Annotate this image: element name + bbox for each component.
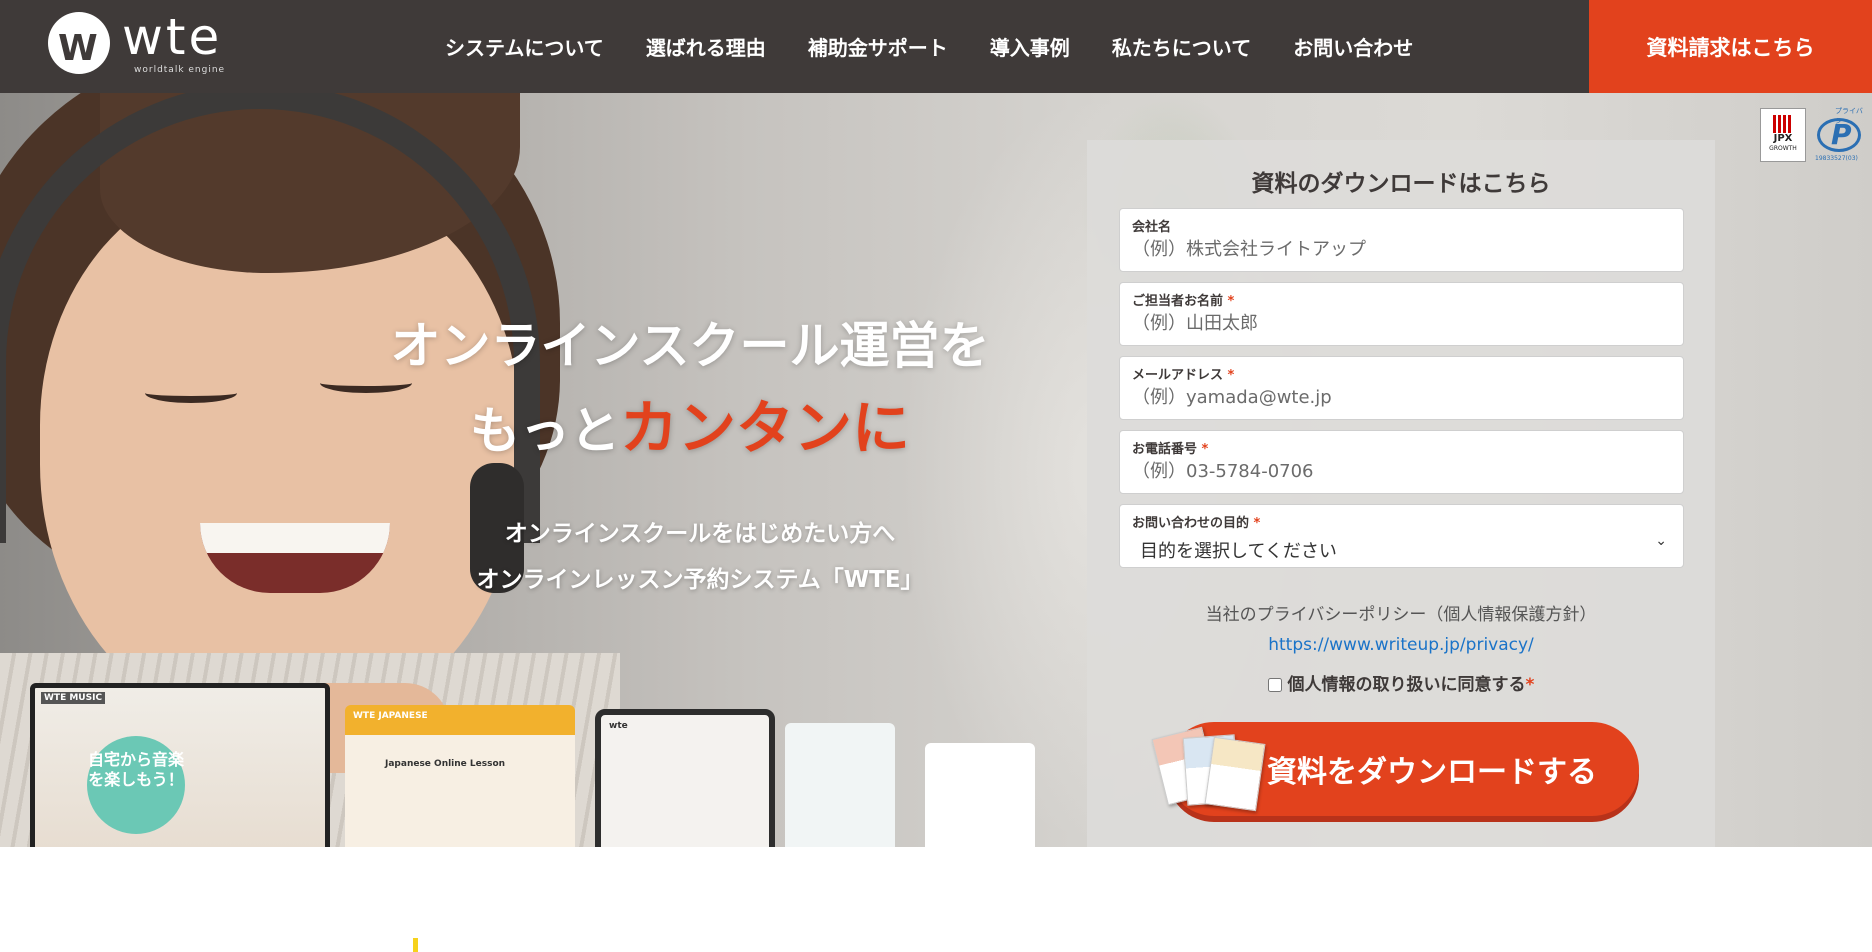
- hero-sub-line2: オンラインレッスン予約システム「WTE」: [476, 567, 924, 593]
- hero-headline: オンラインスクール運営を もっとカンタンに: [340, 305, 1040, 472]
- company-name-label: 会社名: [1132, 220, 1172, 235]
- email-label-text: メールアドレス: [1132, 368, 1224, 383]
- logo-wordmark: wte: [122, 8, 223, 66]
- privacy-mark-letter: P: [1831, 118, 1852, 151]
- nav-contact[interactable]: お問い合わせ: [1293, 32, 1413, 61]
- chevron-down-icon: ⌄: [1655, 533, 1667, 549]
- purpose-label: お問い合わせの目的 *: [1132, 512, 1260, 531]
- privacy-policy-link[interactable]: https://www.writeup.jp/privacy/: [1087, 635, 1715, 655]
- brochure-stack-icon: [1151, 722, 1266, 816]
- required-mark: *: [1227, 368, 1235, 383]
- main-nav: システムについて 選ばれる理由 補助金サポート 導入事例 私たちについて お問い…: [445, 0, 1455, 93]
- device-mockup-laptop: wte: [595, 709, 775, 847]
- site-header: W wte worldtalk engine システムについて 選ばれる理由 補…: [0, 0, 1872, 93]
- required-mark: *: [1201, 442, 1209, 457]
- phone-label: お電話番号 *: [1132, 438, 1208, 457]
- hero-headline-line1: オンラインスクール運営を: [390, 317, 990, 375]
- phone-label-text: お電話番号: [1132, 442, 1198, 457]
- headline-prefix: もっと: [469, 402, 620, 460]
- wte-logo[interactable]: W wte worldtalk engine: [48, 8, 238, 78]
- device-mockup-phone: [925, 743, 1035, 847]
- logo-mark-icon: W: [48, 12, 110, 74]
- phone-input[interactable]: [1132, 461, 1672, 482]
- form-title: 資料のダウンロードはこちら: [1251, 171, 1551, 197]
- agree-row: 個人情報の取り扱いに同意する*: [1087, 670, 1715, 695]
- contact-name-label: ご担当者お名前 *: [1132, 290, 1234, 309]
- device-mockup-tablet: [785, 723, 895, 847]
- hero-sub-line1: オンラインスクールをはじめたい方へ: [504, 521, 896, 547]
- hero-headline-line2: もっとカンタンに: [340, 387, 1040, 472]
- privacy-mark-badge: プライバシー P 19833527(03): [1815, 106, 1867, 164]
- jpx-growth-badge: JPX GROWTH: [1760, 108, 1806, 162]
- headline-accent: カンタンに: [619, 394, 910, 462]
- agree-label: 個人情報の取り扱いに同意する: [1287, 675, 1526, 695]
- agree-checkbox[interactable]: [1267, 678, 1282, 692]
- contact-name-label-text: ご担当者お名前: [1132, 294, 1224, 309]
- logo-tagline: worldtalk engine: [134, 65, 226, 75]
- nav-reasons[interactable]: 選ばれる理由: [646, 32, 766, 61]
- jpx-sub: GROWTH: [1769, 145, 1797, 152]
- required-mark: *: [1227, 294, 1235, 309]
- contact-name-input[interactable]: [1132, 313, 1672, 334]
- privacy-policy-text: 当社のプライバシーポリシー（個人情報保護方針）: [1205, 605, 1597, 625]
- purpose-selected-value: 目的を選択してください: [1140, 541, 1337, 562]
- nav-about-us[interactable]: 私たちについて: [1112, 32, 1251, 61]
- required-mark: *: [1525, 675, 1535, 695]
- email-input[interactable]: [1132, 387, 1672, 408]
- device-mockup-music: WTE MUSIC 自宅から音楽を楽しもう！: [30, 683, 330, 847]
- required-mark: *: [1253, 516, 1261, 531]
- contact-name-field[interactable]: ご担当者お名前 *: [1119, 282, 1684, 346]
- jpx-label: JPX: [1773, 133, 1793, 144]
- device2-brand: WTE JAPANESE: [353, 711, 428, 721]
- email-label: メールアドレス *: [1132, 364, 1234, 383]
- email-field[interactable]: メールアドレス *: [1119, 356, 1684, 420]
- nav-cases[interactable]: 導入事例: [990, 32, 1070, 61]
- device1-brand: WTE MUSIC: [41, 692, 106, 704]
- download-button-label: 資料をダウンロードする: [1267, 755, 1597, 790]
- hero-subheadline: オンラインスクールをはじめたい方へ オンラインレッスン予約システム「WTE」: [400, 511, 1000, 603]
- download-form: 資料のダウンロードはこちら 会社名 ご担当者お名前 * メールアドレス * お電…: [1087, 140, 1715, 847]
- device-mockup-japanese: WTE JAPANESE Japanese Online Lesson: [345, 705, 575, 847]
- section-marker: [413, 938, 418, 952]
- company-name-input[interactable]: [1132, 239, 1672, 260]
- jpx-logo-icon: [1773, 115, 1793, 133]
- privacy-mark-number: 19833527(03): [1815, 155, 1858, 162]
- request-materials-button[interactable]: 資料請求はこちら: [1589, 0, 1872, 93]
- company-name-field[interactable]: 会社名: [1119, 208, 1684, 272]
- device1-circle-badge: 自宅から音楽を楽しもう！: [87, 736, 185, 834]
- purpose-label-text: お問い合わせの目的: [1132, 516, 1250, 531]
- device3-brand: wte: [609, 721, 628, 731]
- phone-field[interactable]: お電話番号 *: [1119, 430, 1684, 494]
- nav-subsidy[interactable]: 補助金サポート: [808, 32, 948, 61]
- device2-title: Japanese Online Lesson: [385, 759, 506, 769]
- nav-about-system[interactable]: システムについて: [445, 32, 604, 61]
- purpose-select[interactable]: お問い合わせの目的 * 目的を選択してください ⌄: [1119, 504, 1684, 568]
